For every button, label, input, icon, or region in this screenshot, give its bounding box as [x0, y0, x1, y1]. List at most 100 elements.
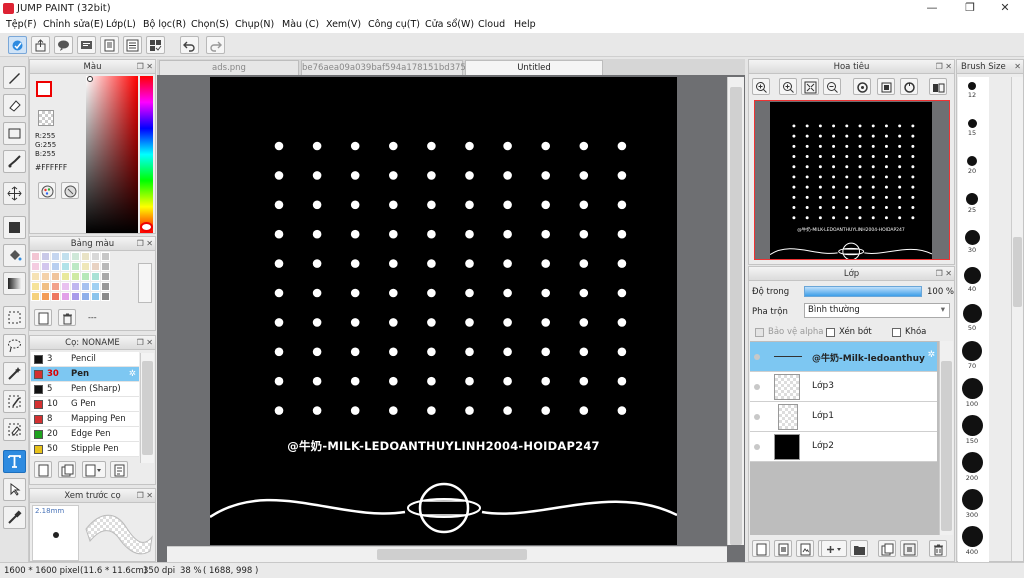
brush-size-item[interactable]: 70: [960, 341, 984, 370]
foreground-color-swatch[interactable]: [36, 81, 52, 97]
palette-trash-icon[interactable]: [58, 309, 76, 326]
layer-row[interactable]: Lớp2: [750, 432, 937, 462]
dotted-select-tool-icon[interactable]: [3, 306, 26, 329]
layer-list-icon[interactable]: [123, 36, 142, 54]
transparent-color-swatch[interactable]: [38, 110, 54, 126]
palette-swatch[interactable]: [41, 252, 50, 261]
brush-item[interactable]: 8 Mapping Pen: [31, 412, 139, 427]
brush-size-item[interactable]: 300: [960, 489, 984, 519]
panel-buttons-icon[interactable]: ❐ ✕: [936, 61, 952, 73]
magic-wand-tool-icon[interactable]: [3, 362, 26, 385]
layer-visibility-icon[interactable]: [754, 414, 760, 420]
eyedropper-tool-icon[interactable]: [3, 506, 26, 529]
layer-row[interactable]: @牛奶-Milk-ledoanthuy ✲: [750, 342, 937, 372]
palette-swatch[interactable]: [71, 282, 80, 291]
gear-icon[interactable]: ✲: [129, 367, 136, 382]
brush-size-item[interactable]: 25: [960, 193, 984, 214]
bucket-tool-icon[interactable]: [3, 244, 26, 267]
palette-swatch[interactable]: [101, 272, 110, 281]
palette-swatch[interactable]: [61, 262, 70, 271]
brush-item[interactable]: 50 Stipple Pen: [31, 442, 139, 457]
palette-swatch[interactable]: [71, 272, 80, 281]
menu-filter[interactable]: Bộ lọc(R): [143, 19, 186, 30]
lock-checkbox[interactable]: [892, 328, 901, 337]
menu-layer[interactable]: Lớp(L): [106, 19, 136, 30]
select-eraser-tool-icon[interactable]: [3, 418, 26, 441]
palette-swatch[interactable]: [41, 282, 50, 291]
palette-swatch[interactable]: [31, 282, 40, 291]
canvas-vertical-scrollbar[interactable]: [727, 77, 744, 545]
flip-icon[interactable]: [929, 78, 947, 95]
restore-button[interactable]: ❐: [955, 1, 985, 15]
palette-swatch[interactable]: [31, 272, 40, 281]
palette-swatch[interactable]: [61, 292, 70, 301]
palette-swatch[interactable]: [41, 262, 50, 271]
palette-swatch[interactable]: [91, 252, 100, 261]
brush-size-item[interactable]: 100: [960, 378, 984, 408]
palette-swatch[interactable]: [91, 272, 100, 281]
menu-window[interactable]: Cửa sổ(W): [425, 19, 474, 30]
merge-layer-icon[interactable]: [900, 540, 918, 557]
palette-swatch[interactable]: [51, 252, 60, 261]
brush-size-item[interactable]: 30: [960, 230, 984, 254]
new-layer-icon[interactable]: [752, 540, 770, 557]
lasso-tool-icon[interactable]: [3, 334, 26, 357]
close-button[interactable]: ✕: [990, 1, 1020, 15]
tab-untitled[interactable]: Untitled: [465, 60, 603, 75]
move-tool-icon[interactable]: [3, 182, 26, 205]
palette-swatch[interactable]: [81, 252, 90, 261]
new-layer-alt-icon[interactable]: [774, 540, 792, 557]
color-mixer-icon[interactable]: [38, 182, 56, 199]
palette-swatch[interactable]: [41, 272, 50, 281]
brush-menu-icon[interactable]: [82, 461, 106, 478]
panel-buttons-icon[interactable]: ❐ ✕: [137, 337, 153, 349]
gradient-tool-icon[interactable]: [3, 272, 26, 295]
palette-swatch[interactable]: [71, 252, 80, 261]
panel-buttons-icon[interactable]: ✕: [1014, 61, 1021, 73]
blend-mode-select[interactable]: Bình thường ▾: [804, 303, 950, 318]
brush-size-item[interactable]: 150: [960, 415, 984, 445]
menu-file[interactable]: Tệp(F): [6, 19, 37, 30]
panel-buttons-icon[interactable]: ❐ ✕: [137, 61, 153, 73]
layer-list-scrollbar[interactable]: [939, 341, 953, 535]
clipping-checkbox[interactable]: [826, 328, 835, 337]
panel-buttons-icon[interactable]: ❐ ✕: [936, 268, 952, 280]
brush-settings-icon[interactable]: [110, 461, 128, 478]
palette-swatch-grid[interactable]: [31, 252, 139, 304]
layer-visibility-icon[interactable]: [754, 444, 760, 450]
menu-select[interactable]: Chọn(S): [191, 19, 229, 30]
palette-menu[interactable]: ---: [88, 313, 97, 322]
brush-item[interactable]: 20 Edge Pen: [31, 427, 139, 442]
brush-copy-icon[interactable]: [58, 461, 76, 478]
new-raster-layer-icon[interactable]: [796, 540, 814, 557]
palette-swatch[interactable]: [31, 262, 40, 271]
palette-swatch[interactable]: [81, 292, 90, 301]
brush-size-item[interactable]: 40: [960, 267, 984, 293]
page-icon[interactable]: [100, 36, 119, 54]
palette-swatch[interactable]: [71, 292, 80, 301]
tab-ads[interactable]: ads.png: [159, 60, 299, 75]
palette-swatch[interactable]: [71, 262, 80, 271]
rotate-left-icon[interactable]: [853, 78, 871, 95]
layer-row[interactable]: Lớp1: [750, 402, 937, 432]
palette-swatch[interactable]: [51, 262, 60, 271]
layer-visibility-icon[interactable]: [754, 354, 760, 360]
zoom-fit-icon[interactable]: [801, 78, 819, 95]
brush-add-icon[interactable]: [34, 461, 52, 478]
layer-row[interactable]: Lớp3: [750, 372, 937, 402]
fill-rect-tool-icon[interactable]: [3, 216, 26, 239]
speech-bubble-icon[interactable]: [54, 36, 73, 54]
palette-swatch[interactable]: [81, 272, 90, 281]
menu-edit[interactable]: Chỉnh sửa(E): [43, 19, 104, 30]
brush-item[interactable]: 10 G Pen: [31, 397, 139, 412]
brush-item[interactable]: 5 Pen (Sharp): [31, 382, 139, 397]
brush-size-item[interactable]: 20: [960, 156, 984, 175]
select-pen-tool-icon[interactable]: [3, 390, 26, 413]
gear-icon[interactable]: ✲: [927, 350, 935, 360]
layer-visibility-icon[interactable]: [754, 384, 760, 390]
picker-cursor[interactable]: [87, 76, 93, 82]
menu-view[interactable]: Xem(V): [326, 19, 361, 30]
protect-alpha-checkbox[interactable]: [755, 328, 764, 337]
duplicate-layer-icon[interactable]: [878, 540, 896, 557]
brush-size-item[interactable]: 200: [960, 452, 984, 482]
